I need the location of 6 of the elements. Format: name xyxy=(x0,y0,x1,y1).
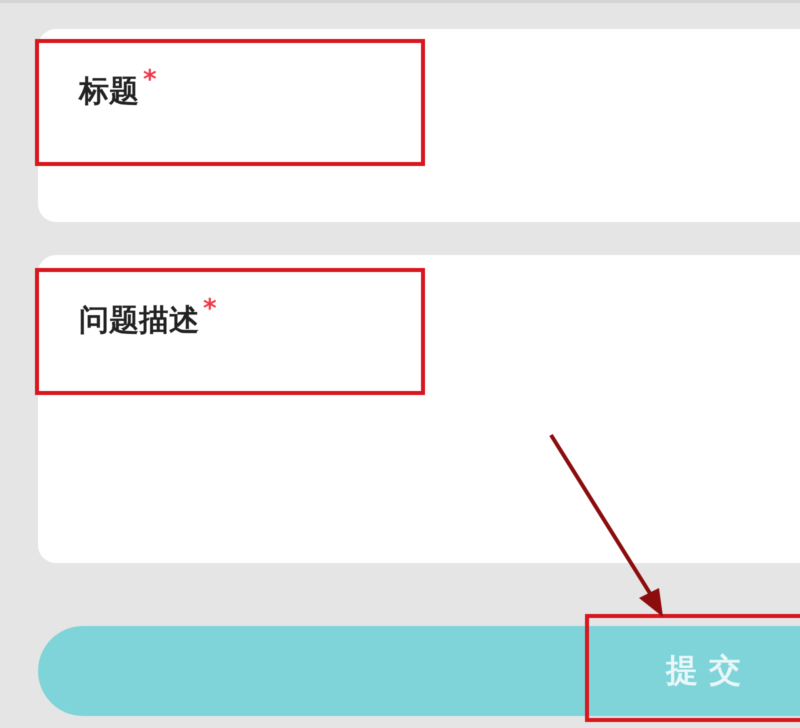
field-label: 问题描述 xyxy=(79,302,199,340)
form-card[interactable]: 标题* xyxy=(38,29,800,222)
required-mark: * xyxy=(143,65,157,95)
required-mark: * xyxy=(203,294,217,324)
form-card[interactable]: 问题描述* xyxy=(38,255,800,563)
field-label: 标题 xyxy=(79,73,139,111)
